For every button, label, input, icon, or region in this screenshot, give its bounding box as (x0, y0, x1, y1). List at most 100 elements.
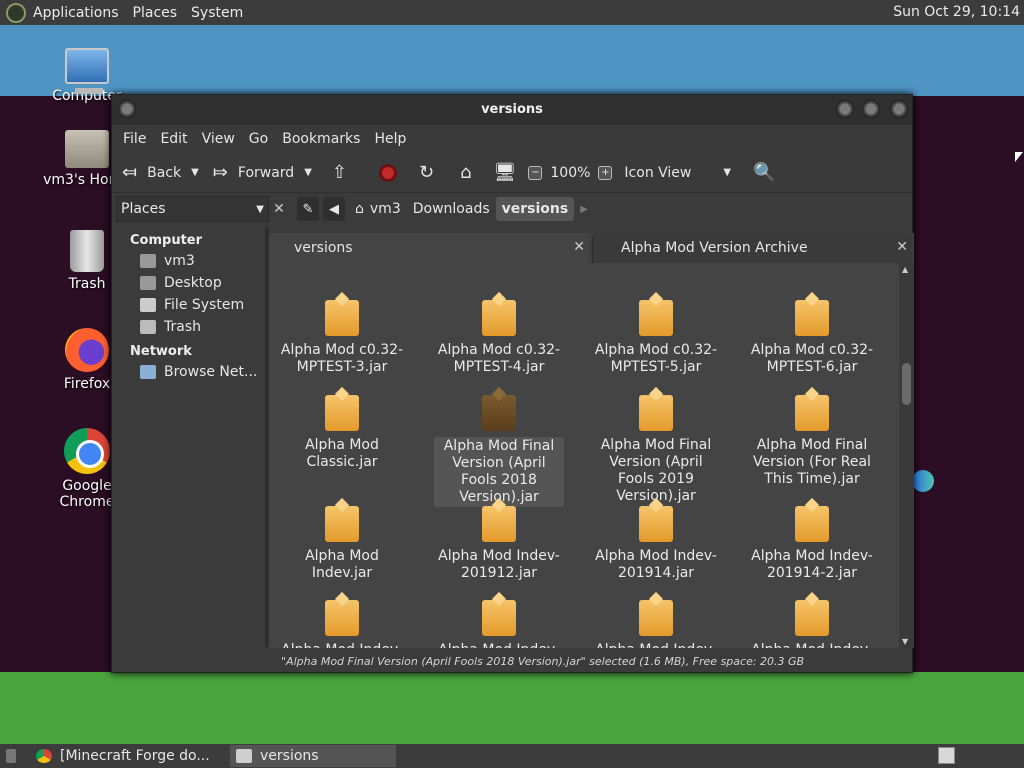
sidebar-type-select[interactable]: Places ▼ (116, 196, 269, 222)
taskbar-item-versions[interactable]: versions (230, 745, 396, 767)
file-name: Alpha Mod c0.32-MPTEST-6.jar (750, 342, 874, 375)
menu-file[interactable]: File (116, 131, 153, 147)
zoom-in-button[interactable]: + (598, 165, 613, 180)
search-button[interactable]: 🔍 (753, 162, 785, 183)
jar-file-icon (325, 600, 359, 636)
reload-icon: ↻ (419, 162, 435, 183)
minimize-button[interactable] (836, 100, 854, 118)
title-bar[interactable]: versions (112, 95, 912, 125)
file-item[interactable]: Alpha Mod Indev-201914-2.jar (747, 506, 877, 582)
scrollbar-thumb[interactable] (902, 363, 911, 405)
file-item[interactable]: Alpha Mod c0.32-MPTEST-4.jar (434, 300, 564, 376)
file-item[interactable]: Alpha Mod Indev- (591, 600, 721, 648)
sidebar-section-network: Network (130, 344, 192, 359)
file-item[interactable]: Alpha Mod c0.32-MPTEST-6.jar (747, 300, 877, 376)
file-icon-view[interactable]: Build-1.jar Halloween.jar MPTEST-1.jar MPTE… (269, 263, 899, 648)
home-folder-icon (65, 130, 109, 168)
scroll-down-icon[interactable]: ▼ (902, 637, 908, 646)
menu-edit[interactable]: Edit (153, 131, 194, 147)
file-item[interactable]: Alpha Mod c0.32-MPTEST-3.jar (277, 300, 407, 376)
breadcrumb-vm3[interactable]: ⌂ vm3 (349, 197, 407, 221)
jar-file-icon (795, 300, 829, 336)
chrome-icon (64, 428, 110, 474)
file-name: Alpha Mod Classic.jar (305, 437, 379, 470)
sidebar-item-trash[interactable]: Trash (112, 316, 265, 338)
file-item[interactable]: Alpha Mod Indev- (277, 600, 407, 648)
file-name: Alpha Mod Final Version (April Fools 201… (434, 437, 564, 507)
file-pane: versions ✕ Alpha Mod Version Archive ✕ B… (269, 233, 914, 648)
breadcrumb-versions[interactable]: versions (495, 197, 575, 221)
zoom-level[interactable]: 100% (550, 165, 590, 181)
file-item[interactable]: Alpha Mod Final Version (April Fools 201… (591, 395, 721, 505)
chevron-down-icon[interactable]: ▼ (191, 167, 199, 178)
chevron-down-icon[interactable]: ▼ (304, 167, 312, 178)
file-item[interactable]: Build-1.jar (277, 263, 407, 265)
home-button[interactable]: ⌂ (460, 162, 481, 183)
clock[interactable]: Sun Oct 29, 10:14 (893, 4, 1020, 20)
tab-alpha-mod-version-archive[interactable]: Alpha Mod Version Archive ✕ (592, 233, 912, 263)
tab-bar: versions ✕ Alpha Mod Version Archive ✕ (269, 233, 914, 263)
file-item[interactable]: MPTEST-1.jar (591, 263, 721, 265)
jar-file-icon (639, 395, 673, 431)
close-tab-icon[interactable]: ✕ (896, 239, 908, 255)
file-name: Alpha Mod c0.32-MPTEST-3.jar (280, 342, 404, 375)
taskbar-item-chrome[interactable]: [Minecraft Forge do... (30, 745, 230, 767)
sidebar-item-desktop[interactable]: Desktop (112, 272, 265, 294)
file-item[interactable]: Alpha Mod Indev-201914.jar (591, 506, 721, 582)
menu-bookmarks[interactable]: Bookmarks (275, 131, 367, 147)
maximize-button[interactable] (862, 100, 880, 118)
menu-view[interactable]: View (195, 131, 242, 147)
tab-label: Alpha Mod Version Archive (621, 240, 808, 256)
sidebar-item-label: Desktop (164, 275, 222, 291)
menu-places[interactable]: Places (126, 5, 185, 21)
tab-versions[interactable]: versions ✕ (269, 233, 589, 263)
vertical-scrollbar[interactable]: ▲ ▼ (899, 263, 914, 648)
file-item[interactable]: Alpha Mod Classic.jar (277, 395, 407, 471)
forward-button[interactable]: ⤇ Forward ▼ (213, 162, 312, 183)
edit-location-button[interactable]: ✎ (297, 197, 319, 221)
zoom-out-button[interactable]: − (528, 165, 543, 180)
close-tab-icon[interactable]: ✕ (573, 239, 585, 255)
file-item[interactable]: Alpha Mod c0.32-MPTEST-5.jar (591, 300, 721, 376)
stop-button[interactable] (379, 163, 397, 182)
sidebar-item-browse-network[interactable]: Browse Net... (112, 361, 265, 383)
file-item[interactable]: Alpha Mod Indev.jar (277, 506, 407, 582)
jar-file-icon (325, 300, 359, 336)
file-name: Alpha Mod Indev- (591, 642, 721, 648)
jar-file-icon (639, 300, 673, 336)
firefox-icon (65, 328, 109, 372)
file-item[interactable]: Alpha Mod Indev- (747, 600, 877, 648)
file-item[interactable]: Alpha Mod Final Version (April Fools 201… (434, 395, 564, 507)
file-item[interactable]: Alpha Mod Indev-201912.jar (434, 506, 564, 582)
sidebar-item-vm3[interactable]: vm3 (112, 250, 265, 272)
file-item[interactable]: Alpha Mod Final Version (For Real This T… (747, 395, 877, 488)
close-window-button[interactable] (890, 100, 908, 118)
show-desktop-button[interactable] (0, 745, 30, 767)
chevron-left-icon[interactable]: ◀ (323, 197, 345, 221)
zoom-in-icon: + (598, 165, 613, 180)
menu-system[interactable]: System (184, 5, 250, 21)
view-mode-select[interactable]: Icon View ▼ (624, 165, 731, 181)
breadcrumb-downloads[interactable]: Downloads (407, 197, 496, 221)
file-item[interactable]: Alpha Mod Indev- (434, 600, 564, 648)
file-name: Alpha Mod Indev- (277, 642, 407, 648)
distro-logo-icon[interactable] (6, 2, 26, 23)
workspace-switcher[interactable] (938, 747, 955, 764)
close-sidebar-icon[interactable]: ✕ (269, 199, 289, 219)
file-item[interactable]: Halloween.jar (434, 263, 564, 265)
computer-button[interactable]: 🖥 (494, 162, 527, 183)
file-name: Halloween.jar (434, 263, 564, 265)
reload-button[interactable]: ↻ (419, 162, 444, 183)
scroll-up-icon[interactable]: ▲ (902, 265, 908, 274)
menu-applications[interactable]: Applications (26, 5, 126, 21)
menu-help[interactable]: Help (367, 131, 413, 147)
back-button[interactable]: ⤆ Back ▼ (122, 162, 199, 183)
up-button[interactable]: ⇧ (332, 162, 357, 183)
chevron-right-icon[interactable]: ▶ (574, 197, 594, 221)
desktop-folder-icon (140, 276, 156, 290)
menu-go[interactable]: Go (242, 131, 275, 147)
search-icon: 🔍 (753, 162, 776, 183)
sidebar-item-file-system[interactable]: File System (112, 294, 265, 316)
file-item[interactable]: MPTEST-2.jar (747, 263, 877, 265)
jar-file-icon (482, 506, 516, 542)
